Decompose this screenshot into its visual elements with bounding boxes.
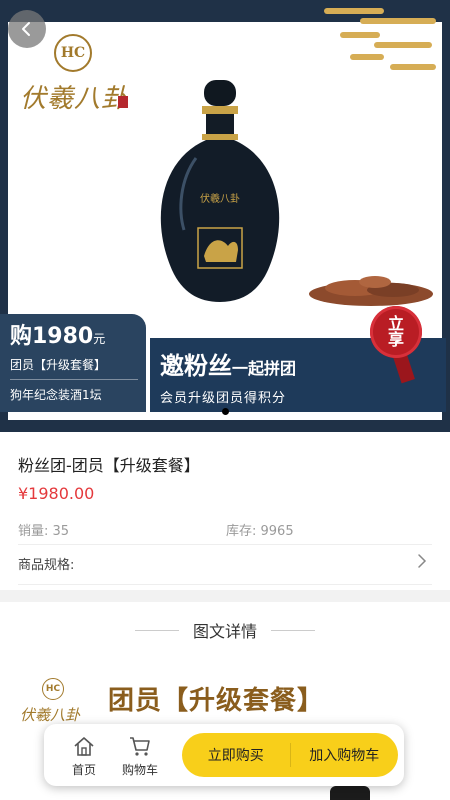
details-line-right	[271, 629, 315, 631]
promo-subtitle: 会员升级团员得积分	[160, 391, 287, 406]
info-divider	[18, 544, 432, 545]
spec-selector-label[interactable]: 商品规格:	[18, 554, 74, 573]
svg-text:伏羲八卦: 伏羲八卦	[200, 192, 240, 205]
enjoy-seal-badge: 立 享	[370, 306, 422, 358]
banner-divider	[10, 379, 138, 380]
product-banner[interactable]: HC 伏羲八卦 伏羲八卦 购1980元 团员【升级套餐】 狗年纪念装酒1坛 邀粉…	[0, 0, 450, 432]
home-nav-button[interactable]: 首页	[58, 730, 110, 782]
sales-count: 销量: 35	[18, 524, 70, 539]
cart-icon	[130, 736, 150, 756]
bottom-action-bar: 首页 购物车 立即购买 加入购物车	[44, 724, 404, 786]
purchase-button-group: 立即购买 加入购物车	[182, 733, 398, 777]
product-bottle-image: 伏羲八卦	[160, 80, 280, 302]
home-icon	[74, 736, 94, 756]
buy-now-button[interactable]: 立即购买	[182, 733, 290, 777]
carousel-indicator	[0, 408, 450, 415]
chevron-right-icon[interactable]	[414, 551, 430, 571]
brand-logo-mark: HC	[54, 34, 92, 72]
cloud-decoration	[320, 6, 440, 76]
add-to-cart-button[interactable]: 加入购物车	[291, 733, 399, 777]
spec-divider	[18, 584, 432, 585]
back-button[interactable]	[8, 10, 46, 48]
chevron-left-icon	[22, 22, 30, 36]
banner-price: 购1980元	[10, 324, 106, 349]
details-header: 图文详情	[0, 618, 450, 642]
home-nav-label: 首页	[71, 762, 96, 777]
brand-logo: HC 伏羲八卦	[20, 34, 140, 124]
carousel-dot-active[interactable]	[221, 408, 229, 415]
cart-nav-label: 购物车	[121, 762, 158, 777]
details-bottle-image	[330, 786, 370, 800]
grain-image	[309, 276, 433, 306]
details-heading: 团员【升级套餐】	[108, 686, 325, 716]
price-tag-panel: 购1980元 团员【升级套餐】 狗年纪念装酒1坛	[0, 314, 146, 412]
stock-count: 库存: 9965	[226, 524, 294, 539]
product-title: 粉丝团-团员【升级套餐】	[18, 456, 200, 475]
details-line-left	[134, 629, 179, 631]
product-info-card: 粉丝团-团员【升级套餐】 ¥1980.00 销量: 35 库存: 9965 商品…	[0, 432, 450, 590]
banner-package-desc: 狗年纪念装酒1坛	[10, 388, 102, 402]
product-price: ¥1980.00	[18, 484, 95, 503]
banner-package-name: 团员【升级套餐】	[10, 358, 107, 372]
brand-seal	[118, 96, 128, 108]
details-title: 图文详情	[192, 622, 257, 641]
brand-logo-text: 伏羲八卦	[20, 84, 129, 114]
product-detail-page: HC 伏羲八卦 伏羲八卦 购1980元 团员【升级套餐】 狗年纪念装酒1坛 邀粉…	[0, 0, 450, 800]
cart-nav-button[interactable]: 购物车	[114, 730, 166, 782]
